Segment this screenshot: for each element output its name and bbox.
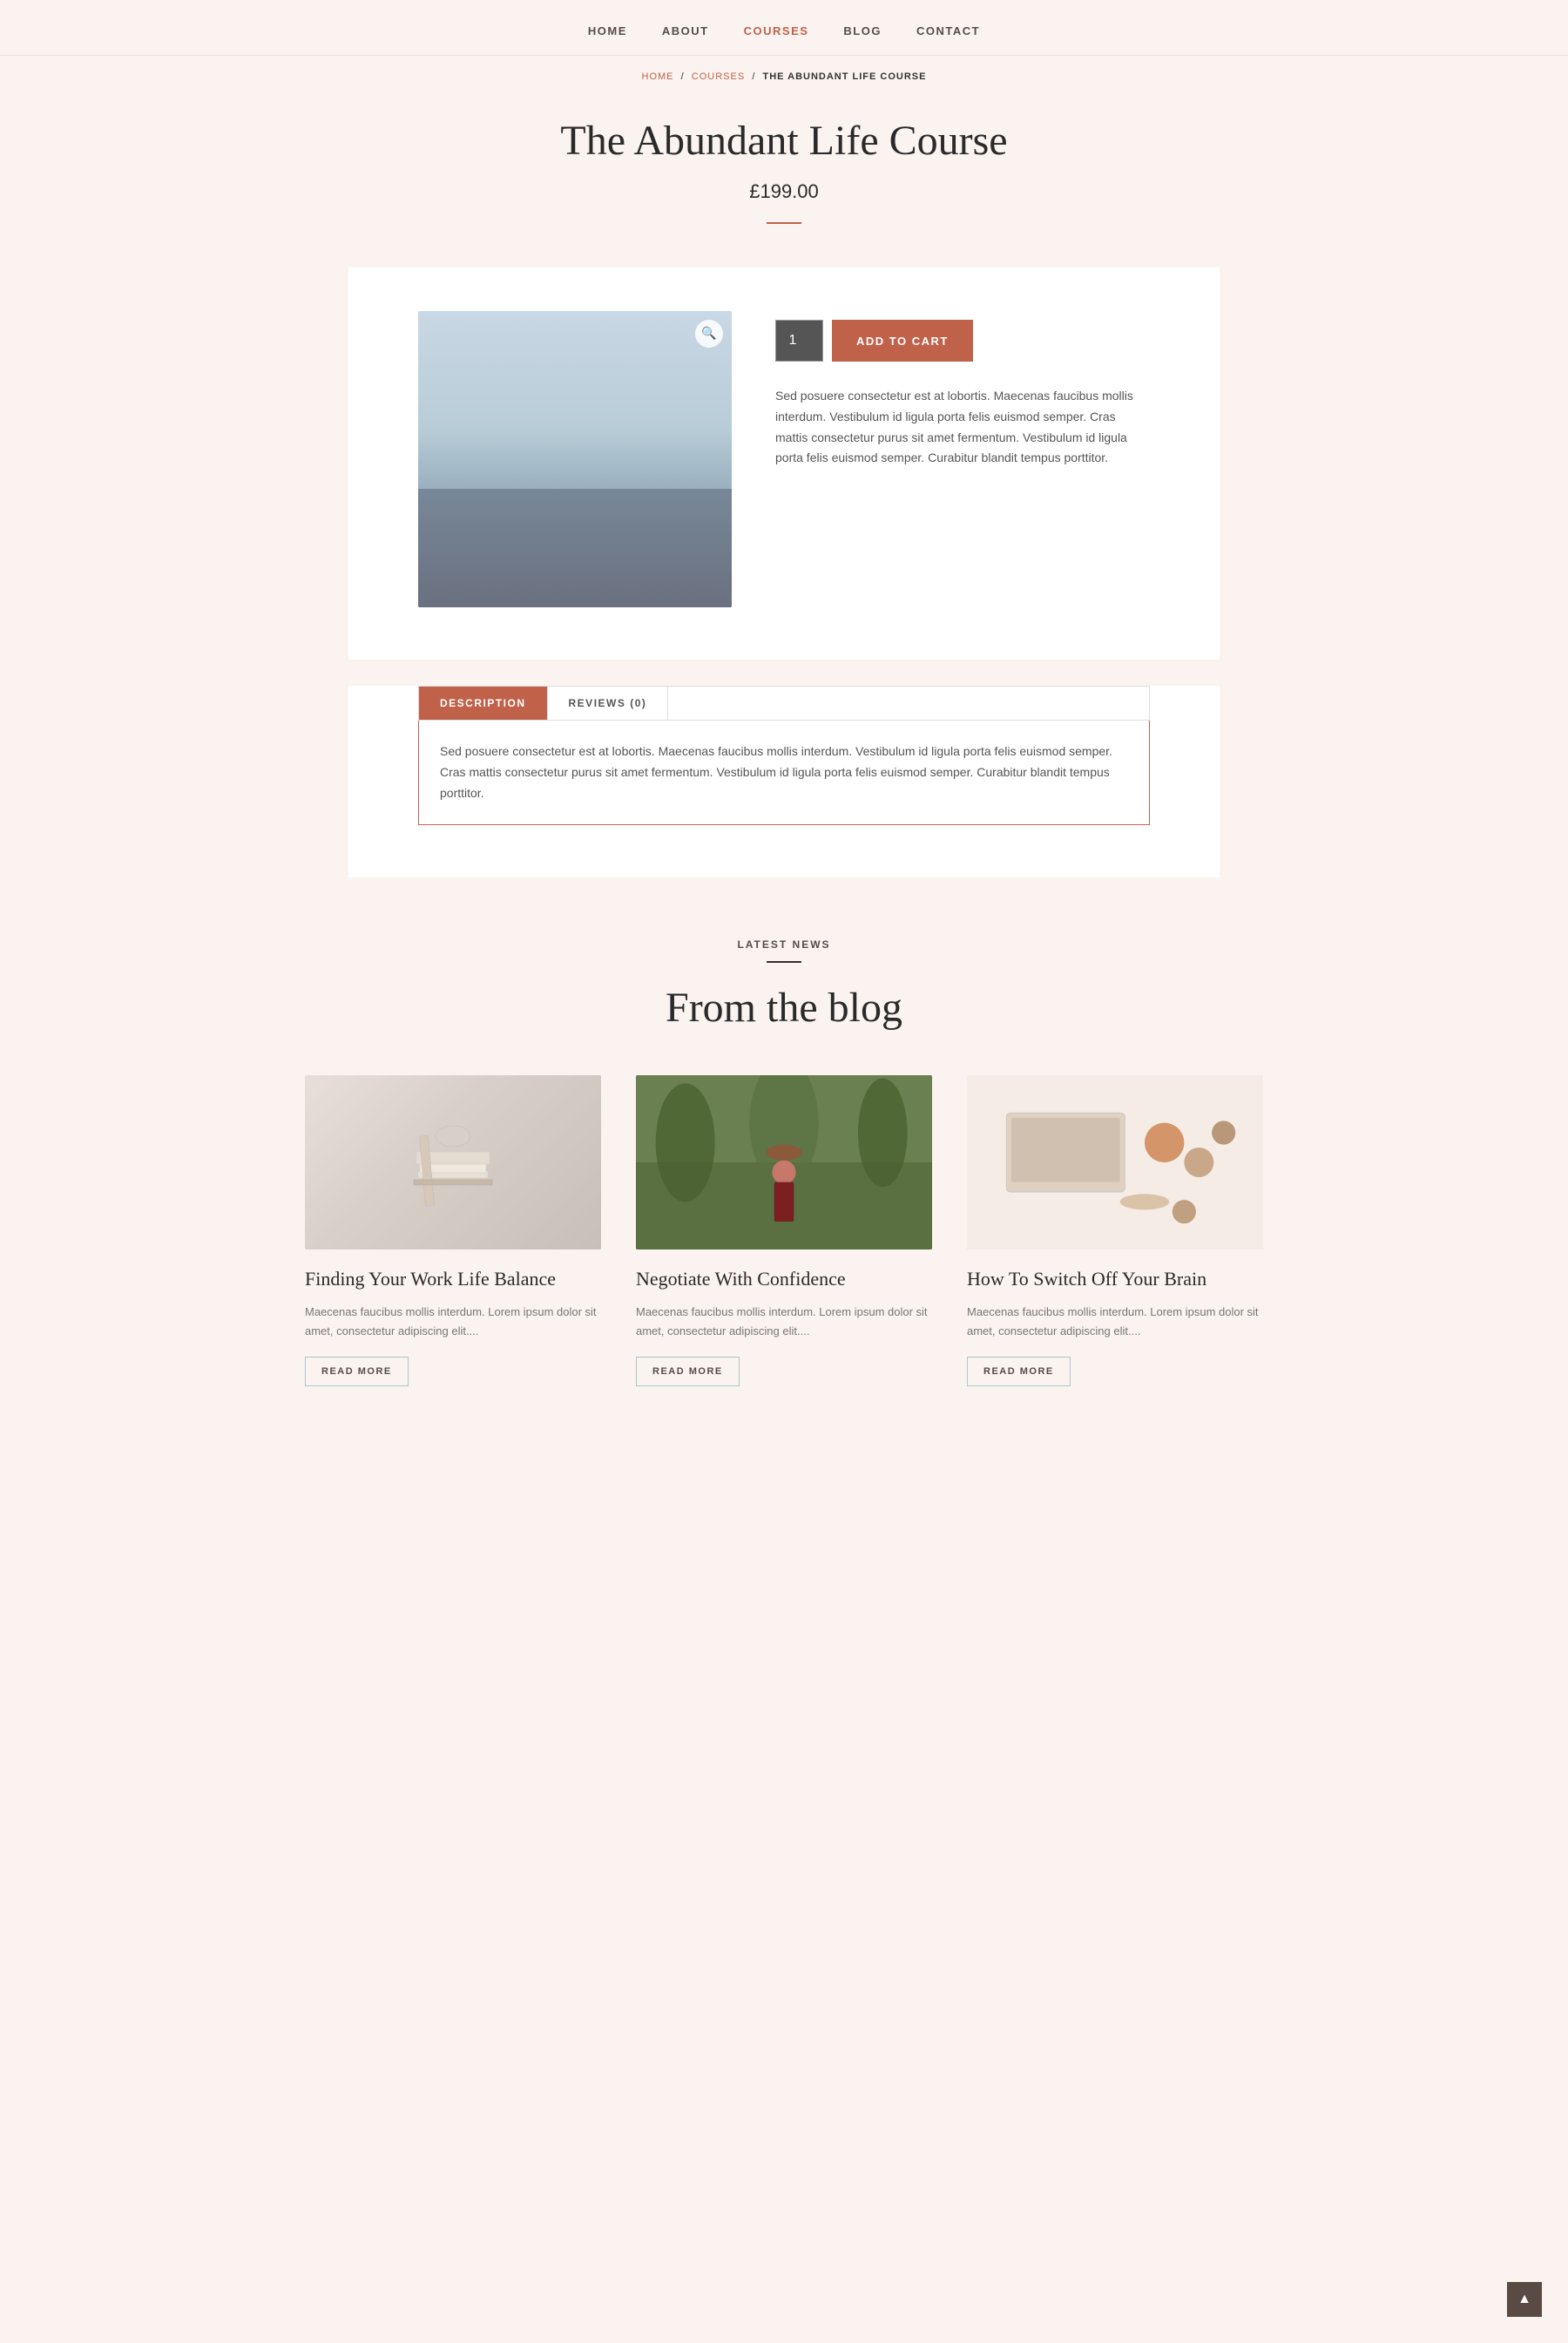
product-title: The Abundant Life Course [17, 117, 1551, 165]
blog-card-1: Finding Your Work Life Balance Maecenas … [305, 1075, 601, 1386]
breadcrumb-current: THE ABUNDANT LIFE COURSE [762, 71, 926, 82]
product-description: Sed posuere consectetur est at lobortis.… [775, 386, 1150, 469]
blog-post-title-2: Negotiate With Confidence [636, 1267, 932, 1292]
product-image [418, 311, 732, 607]
zoom-icon[interactable]: 🔍 [695, 320, 723, 348]
tabs-bar: DESCRIPTION REVIEWS (0) [418, 686, 1150, 721]
add-to-cart-button[interactable]: ADD TO CART [832, 320, 973, 362]
read-more-button-1[interactable]: READ MORE [305, 1357, 409, 1386]
product-section: 🔍 ADD TO CART Sed posuere consectetur es… [348, 267, 1220, 660]
blog-post-excerpt-3: Maecenas faucibus mollis interdum. Lorem… [967, 1303, 1263, 1341]
tab-description[interactable]: DESCRIPTION [419, 687, 548, 720]
blog-img-garden [636, 1075, 932, 1249]
blog-section-label: LATEST NEWS [70, 938, 1498, 951]
nav-blog[interactable]: BLOG [843, 24, 882, 37]
product-details: ADD TO CART Sed posuere consectetur est … [775, 311, 1150, 607]
books-illustration [401, 1119, 505, 1206]
breadcrumb-home[interactable]: HOME [642, 71, 674, 82]
product-price: £199.00 [17, 180, 1551, 203]
tab-reviews[interactable]: REVIEWS (0) [548, 687, 669, 720]
nav-about[interactable]: ABOUT [662, 24, 709, 37]
blog-card-3: How To Switch Off Your Brain Maecenas fa… [967, 1075, 1263, 1386]
nav-contact[interactable]: CONTACT [916, 24, 980, 37]
back-to-top-button[interactable]: ▲ [1507, 2282, 1542, 2317]
blog-post-excerpt-2: Maecenas faucibus mollis interdum. Lorem… [636, 1303, 932, 1341]
blog-post-excerpt-1: Maecenas faucibus mollis interdum. Lorem… [305, 1303, 601, 1341]
blog-grid: Finding Your Work Life Balance Maecenas … [305, 1075, 1263, 1386]
add-to-cart-row: ADD TO CART [775, 320, 1150, 362]
product-image-wrap: 🔍 [418, 311, 732, 607]
main-nav: HOME ABOUT COURSES BLOG CONTACT [0, 0, 1568, 56]
accessories-illustration [967, 1075, 1263, 1249]
blog-img-books [305, 1075, 601, 1249]
blog-img-accessories [967, 1075, 1263, 1249]
nav-home[interactable]: HOME [588, 24, 627, 37]
blog-card-2: Negotiate With Confidence Maecenas fauci… [636, 1075, 932, 1386]
product-hero: The Abundant Life Course £199.00 [0, 91, 1568, 267]
beach-scene-graphic [418, 311, 732, 607]
blog-heading: From the blog [70, 984, 1498, 1032]
tabs-section: DESCRIPTION REVIEWS (0) Sed posuere cons… [348, 686, 1220, 877]
garden-illustration [636, 1075, 932, 1249]
blog-image-3 [967, 1075, 1263, 1249]
blog-image-2 [636, 1075, 932, 1249]
read-more-button-3[interactable]: READ MORE [967, 1357, 1071, 1386]
tab-description-text: Sed posuere consectetur est at lobortis.… [440, 741, 1128, 803]
blog-post-title-3: How To Switch Off Your Brain [967, 1267, 1263, 1292]
breadcrumb-courses[interactable]: COURSES [692, 71, 745, 82]
nav-links: HOME ABOUT COURSES BLOG CONTACT [0, 24, 1568, 37]
blog-post-title-1: Finding Your Work Life Balance [305, 1267, 601, 1292]
nav-courses[interactable]: COURSES [744, 24, 809, 37]
blog-section: LATEST NEWS From the blog Finding Your W… [0, 877, 1568, 1456]
blog-divider [767, 961, 801, 963]
hero-divider [767, 222, 801, 224]
read-more-button-2[interactable]: READ MORE [636, 1357, 740, 1386]
blog-image-1 [305, 1075, 601, 1249]
quantity-input[interactable] [775, 320, 823, 362]
breadcrumb: HOME / COURSES / THE ABUNDANT LIFE COURS… [0, 56, 1568, 91]
tab-content-description: Sed posuere consectetur est at lobortis.… [418, 721, 1150, 825]
